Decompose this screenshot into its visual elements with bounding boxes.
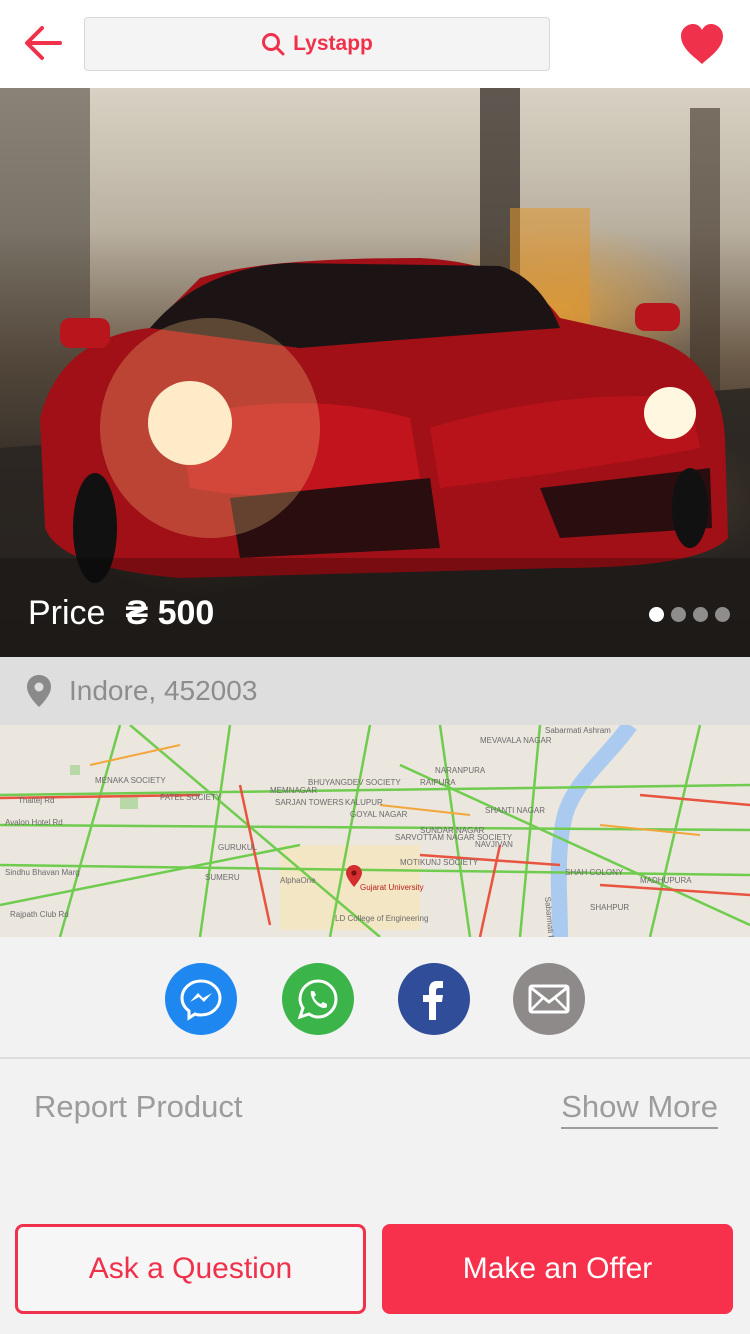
- svg-text:Rajpath Club Rd: Rajpath Club Rd: [10, 910, 69, 919]
- whatsapp-icon[interactable]: [282, 963, 354, 1035]
- price-value: ₴ 500: [125, 594, 215, 632]
- heart-icon[interactable]: [679, 22, 725, 68]
- map-pin-icon: [27, 675, 51, 707]
- svg-text:LD College of Engineering: LD College of Engineering: [335, 914, 428, 923]
- report-product-link[interactable]: Report Product: [34, 1089, 243, 1125]
- car-photo: [0, 88, 750, 657]
- make-offer-button[interactable]: Make an Offer: [382, 1224, 733, 1314]
- svg-text:KALUPUR: KALUPUR: [345, 798, 383, 807]
- price: Price ₴ 500: [28, 594, 214, 633]
- pager-dot[interactable]: [715, 607, 730, 622]
- location-text: Indore, 452003: [69, 675, 258, 706]
- svg-text:SHAHPUR: SHAHPUR: [590, 903, 629, 912]
- svg-text:SARJAN TOWERS: SARJAN TOWERS: [275, 798, 344, 807]
- svg-text:MADHUPURA: MADHUPURA: [640, 876, 692, 885]
- email-icon[interactable]: [513, 963, 585, 1035]
- svg-text:MOTIKUNJ SOCIETY: MOTIKUNJ SOCIETY: [400, 858, 479, 867]
- product-image[interactable]: Price ₴ 500: [0, 88, 750, 657]
- search-icon: [262, 33, 285, 56]
- search-label: Lystapp: [293, 32, 373, 55]
- top-bar: Lystapp: [0, 0, 750, 88]
- svg-text:NARANPURA: NARANPURA: [435, 766, 486, 775]
- secondary-links: Report Product Show More: [0, 1059, 750, 1149]
- svg-text:RAIPURA: RAIPURA: [420, 778, 456, 787]
- svg-text:NAVJIVAN: NAVJIVAN: [475, 840, 513, 849]
- svg-text:MENAKA SOCIETY: MENAKA SOCIETY: [95, 776, 166, 785]
- svg-text:Sabarmati Ashram: Sabarmati Ashram: [545, 726, 611, 735]
- svg-text:SUMERU: SUMERU: [205, 873, 240, 882]
- share-bar: [0, 937, 750, 1059]
- location-map[interactable]: Sabarmati Ashram MEVAVALA NAGAR BHUYANGD…: [0, 725, 750, 937]
- svg-text:MEVAVALA NAGAR: MEVAVALA NAGAR: [480, 736, 552, 745]
- svg-text:SHAH COLONY: SHAH COLONY: [565, 868, 624, 877]
- location-bar: Indore, 452003: [0, 657, 750, 725]
- svg-text:SHANTI NAGAR: SHANTI NAGAR: [485, 806, 545, 815]
- svg-text:AlphaOne: AlphaOne: [280, 876, 316, 885]
- svg-text:PATEL SOCIETY: PATEL SOCIETY: [160, 793, 222, 802]
- svg-text:Gujarat University: Gujarat University: [360, 883, 424, 892]
- pager-dot[interactable]: [671, 607, 686, 622]
- messenger-icon[interactable]: [165, 963, 237, 1035]
- pager-dot[interactable]: [649, 607, 664, 622]
- svg-text:Avalon Hotel Rd: Avalon Hotel Rd: [5, 818, 63, 827]
- svg-text:GURUKUL: GURUKUL: [218, 843, 258, 852]
- svg-text:Thaltej Rd: Thaltej Rd: [18, 796, 54, 805]
- svg-text:GOYAL NAGAR: GOYAL NAGAR: [350, 810, 408, 819]
- map-graphic: Sabarmati Ashram MEVAVALA NAGAR BHUYANGD…: [0, 725, 750, 937]
- search-bar[interactable]: Lystapp: [84, 17, 550, 71]
- svg-text:MEMNAGAR: MEMNAGAR: [270, 786, 317, 795]
- price-label: Price: [28, 594, 106, 632]
- facebook-icon[interactable]: [398, 963, 470, 1035]
- svg-text:Sindhu Bhavan Marg: Sindhu Bhavan Marg: [5, 868, 80, 877]
- show-more-link[interactable]: Show More: [561, 1089, 718, 1129]
- image-pager[interactable]: [649, 607, 730, 622]
- ask-question-button[interactable]: Ask a Question: [15, 1224, 366, 1314]
- back-arrow-icon[interactable]: [20, 20, 66, 66]
- svg-text:BHUYANGDEV SOCIETY: BHUYANGDEV SOCIETY: [308, 778, 401, 787]
- pager-dot[interactable]: [693, 607, 708, 622]
